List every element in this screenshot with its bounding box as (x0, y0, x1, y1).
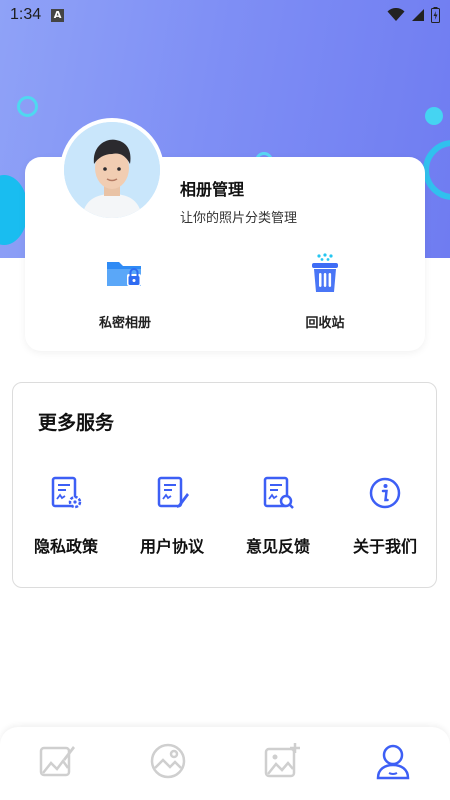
private-folder-icon (107, 262, 141, 286)
feedback-doc-icon (263, 476, 294, 509)
decor-ring (423, 140, 450, 200)
feedback-button[interactable]: 意见反馈 (233, 475, 323, 557)
privacy-doc-icon (51, 476, 82, 509)
avatar[interactable] (60, 118, 164, 222)
edit-photo-icon (39, 746, 75, 777)
agreement-doc-icon (157, 476, 189, 508)
avatar-icon (64, 122, 160, 218)
tab-profile[interactable] (373, 741, 413, 781)
bottom-tab-bar (0, 727, 450, 800)
album-icon (150, 743, 186, 779)
services-card: 更多服务 隐私政策 用户协议 意见反馈 关于我们 (12, 382, 437, 588)
recycle-bin-icon (312, 253, 338, 292)
privacy-policy-button[interactable]: 隐私政策 (21, 475, 111, 557)
tab-album[interactable] (148, 741, 188, 781)
recycle-bin-label: 回收站 (305, 316, 345, 331)
info-icon (369, 477, 401, 509)
add-photo-icon (264, 743, 300, 778)
services-title: 更多服务 (38, 412, 115, 434)
tab-edit-photo[interactable] (37, 741, 77, 781)
decor-blob (0, 175, 28, 245)
privacy-policy-label: 隐私政策 (33, 537, 98, 556)
tab-add-photo[interactable] (262, 741, 302, 781)
decor-ring (17, 96, 38, 117)
about-us-label: 关于我们 (352, 537, 417, 556)
about-us-button[interactable]: 关于我们 (340, 475, 430, 557)
decor-dot (425, 107, 443, 125)
status-bar: 1:34 A (0, 0, 450, 30)
private-album-label: 私密相册 (98, 316, 151, 331)
private-album-button[interactable]: 私密相册 (65, 252, 185, 331)
a-icon: A (51, 8, 65, 22)
status-time: 1:34 (10, 6, 42, 23)
wifi-icon (387, 8, 405, 21)
user-agreement-label: 用户协议 (139, 537, 204, 556)
recycle-bin-button[interactable]: 回收站 (265, 252, 385, 331)
album-subtitle: 让你的照片分类管理 (180, 211, 298, 226)
profile-icon (376, 744, 410, 780)
battery-icon (431, 7, 440, 23)
user-agreement-button[interactable]: 用户协议 (127, 475, 217, 557)
signal-icon (412, 9, 424, 21)
album-title: 相册管理 (180, 180, 245, 199)
feedback-label: 意见反馈 (245, 537, 310, 556)
